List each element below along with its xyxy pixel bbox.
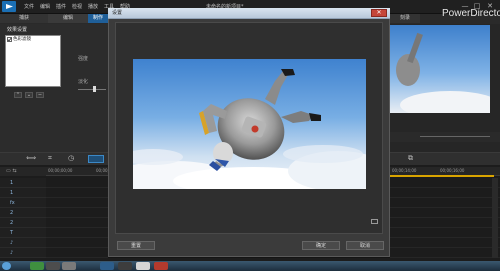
timeline-scrollbar[interactable]: [492, 178, 498, 258]
audio-track-icon: 2: [10, 220, 14, 226]
split-icon[interactable]: ⟺: [26, 155, 36, 162]
ruler-label: 00;00;00;00: [48, 168, 73, 173]
playback-range-marker[interactable]: [384, 175, 494, 177]
track-header[interactable]: T: [0, 228, 46, 238]
track-header[interactable]: 2: [0, 218, 46, 228]
track-header[interactable]: fx: [0, 198, 46, 208]
track-header[interactable]: ♪: [0, 248, 46, 258]
dialog-title: 设置: [112, 10, 123, 16]
export-icon[interactable]: ⧉: [408, 155, 413, 162]
clock-icon[interactable]: ◷: [68, 155, 74, 162]
checkmark-icon: [7, 37, 12, 42]
fullscreen-icon[interactable]: [371, 219, 378, 224]
effect-checkbox[interactable]: [7, 37, 12, 42]
brand-name: PowerDirector: [442, 8, 500, 19]
preview-controls[interactable]: [390, 132, 500, 142]
powerdirector-logo-icon: [2, 1, 16, 12]
track-header[interactable]: 1: [0, 188, 46, 198]
skydiver-photo: [133, 59, 366, 189]
music-track-icon: ♪: [10, 250, 14, 256]
taskbar-app[interactable]: [118, 262, 132, 270]
move-down-button[interactable]: ⌄: [25, 92, 33, 98]
fade-label: 淡化: [78, 79, 89, 85]
menu-play[interactable]: 播放: [88, 3, 98, 10]
reset-button[interactable]: 重置: [117, 241, 155, 250]
dialog-close-button[interactable]: ✕: [371, 9, 387, 17]
taskbar-app[interactable]: [30, 262, 44, 270]
taskbar-app[interactable]: [46, 262, 60, 270]
timeline-zoom-icon[interactable]: ▭ ⇆: [6, 168, 17, 174]
menu-file[interactable]: 文件: [24, 3, 34, 10]
ok-button[interactable]: 确定: [302, 241, 340, 250]
menu-edit[interactable]: 编辑: [40, 3, 50, 10]
fade-slider-handle[interactable]: [93, 86, 96, 92]
remove-effect-button[interactable]: −: [36, 92, 44, 98]
preview-image: [390, 25, 490, 113]
crop-icon[interactable]: ⌗: [48, 155, 52, 162]
fx-track-icon: fx: [10, 200, 15, 206]
fade-slider-track[interactable]: [78, 89, 106, 90]
effect-name: 色彩滤镜: [13, 37, 31, 42]
tab-burn[interactable]: 刻录: [390, 14, 420, 23]
taskbar-app[interactable]: [100, 262, 114, 270]
track-header[interactable]: 1: [0, 178, 46, 188]
tab-edit[interactable]: 编辑: [48, 14, 88, 23]
voice-track-icon: ♪: [10, 240, 14, 246]
effect-tool-button[interactable]: [88, 155, 104, 163]
menu-plugins[interactable]: 插件: [56, 3, 66, 10]
taskbar-app[interactable]: [136, 262, 150, 270]
track-header[interactable]: ♪: [0, 238, 46, 248]
intensity-label: 强度: [78, 56, 89, 62]
tab-capture[interactable]: 捕获: [0, 14, 48, 23]
move-up-button[interactable]: ⌃: [14, 92, 22, 98]
cancel-button[interactable]: 取消: [346, 241, 384, 250]
skydiver-preview-graphic: [396, 32, 490, 113]
taskbar-app[interactable]: [62, 262, 76, 270]
title-track-icon: T: [10, 230, 14, 236]
taskbar-app[interactable]: [154, 262, 168, 270]
start-button[interactable]: [2, 262, 11, 270]
dialog-title-bar[interactable]: [108, 8, 390, 19]
menu-view[interactable]: 检视: [72, 3, 82, 10]
tab-produce[interactable]: 制作: [88, 14, 108, 23]
video-track-icon: 2: [10, 210, 14, 216]
effect-list[interactable]: [5, 35, 61, 87]
audio-track-icon: 1: [10, 190, 14, 196]
skydiver-image: [133, 59, 366, 189]
video-track-icon: 1: [10, 180, 14, 186]
track-header[interactable]: 2: [0, 208, 46, 218]
ruler-label: 00;00;16;00: [440, 168, 465, 173]
panel-title: 效果设置: [7, 27, 28, 33]
ruler-label: 00;00;14;00: [392, 168, 417, 173]
